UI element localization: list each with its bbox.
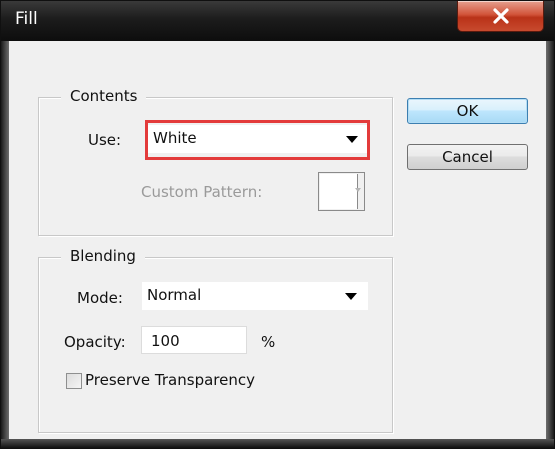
blending-legend: Blending bbox=[61, 247, 145, 265]
mode-selected-value: Normal bbox=[147, 286, 202, 304]
close-icon bbox=[492, 8, 509, 24]
ok-button[interactable]: OK bbox=[407, 98, 528, 124]
opacity-input[interactable]: 100 bbox=[141, 326, 247, 354]
chevron-down-icon bbox=[355, 188, 361, 192]
custom-pattern-label: Custom Pattern: bbox=[141, 183, 263, 201]
pattern-swatch bbox=[320, 174, 358, 209]
mode-dropdown[interactable]: Normal bbox=[142, 282, 368, 310]
chevron-down-icon bbox=[345, 293, 357, 300]
fill-dialog-window: Fill Contents Use: White Custom Pattern:… bbox=[0, 0, 555, 449]
close-button[interactable] bbox=[457, 1, 544, 32]
contents-group: Contents bbox=[38, 87, 393, 236]
opacity-unit: % bbox=[261, 333, 276, 351]
dialog-client-area: Contents Use: White Custom Pattern: Blen… bbox=[9, 41, 546, 439]
use-dropdown-highlight bbox=[145, 120, 370, 160]
window-frame-right bbox=[546, 41, 554, 448]
cancel-button[interactable]: Cancel bbox=[407, 144, 528, 170]
opacity-label: Opacity: bbox=[64, 333, 126, 351]
opacity-value: 100 bbox=[151, 332, 180, 350]
window-frame-left bbox=[1, 41, 9, 448]
title-bar[interactable]: Fill bbox=[1, 1, 554, 41]
window-title: Fill bbox=[15, 9, 38, 29]
preserve-transparency-checkbox[interactable] bbox=[66, 373, 82, 389]
window-frame-bottom bbox=[1, 439, 554, 448]
preserve-transparency-label[interactable]: Preserve Transparency bbox=[85, 371, 255, 389]
custom-pattern-picker[interactable] bbox=[318, 172, 365, 211]
mode-label: Mode: bbox=[77, 289, 123, 307]
contents-legend: Contents bbox=[61, 87, 147, 105]
use-label: Use: bbox=[88, 131, 122, 149]
